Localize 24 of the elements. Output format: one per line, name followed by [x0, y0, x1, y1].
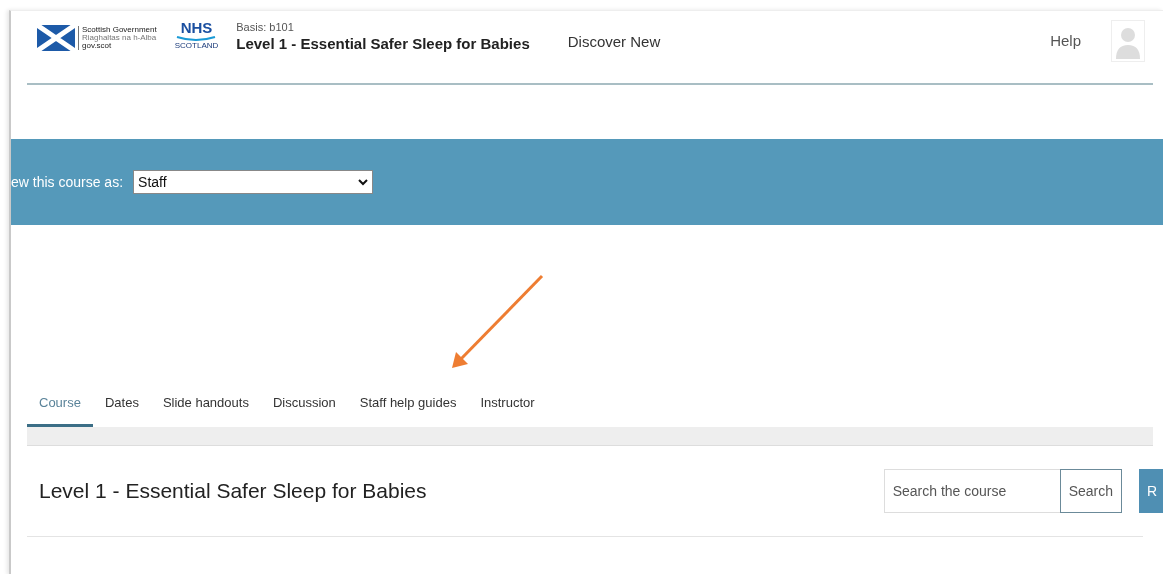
- role-select[interactable]: Staff: [133, 170, 374, 194]
- avatar-icon[interactable]: [1111, 20, 1145, 62]
- course-heading: Level 1 - Essential Safer Sleep for Babies: [39, 479, 428, 503]
- flag-icon: [37, 25, 75, 51]
- course-tab[interactable]: Staff help guides: [347, 389, 469, 427]
- wave-icon: [176, 34, 217, 41]
- search-field[interactable]: Search the course Search: [883, 469, 1122, 513]
- chevron-icon: [358, 178, 369, 186]
- search-button[interactable]: Search: [1059, 469, 1122, 513]
- course-tab[interactable]: Discussion: [260, 389, 348, 427]
- logo-text: Scottish Government: [82, 26, 157, 34]
- nav-link[interactable]: Discover New: [567, 32, 661, 50]
- action-button[interactable]: R: [1139, 469, 1163, 513]
- help-link[interactable]: Help: [1050, 31, 1081, 49]
- nhs-region-text: SCOTLAND: [174, 40, 219, 50]
- logo-text: gov.scot: [82, 42, 112, 50]
- course-title: Level 1 - Essential Safer Sleep for Babies: [236, 34, 530, 52]
- nhs-logo-text: NHS: [180, 20, 213, 35]
- course-tab[interactable]: Slide handouts: [150, 389, 261, 427]
- course-code: Basis: b101: [236, 22, 295, 31]
- logo-text: Riaghaltas na h-Alba: [82, 34, 157, 42]
- course-tab[interactable]: Instructor: [468, 389, 547, 427]
- view-as-label: ew this course as:: [11, 174, 124, 190]
- course-tab[interactable]: Dates: [92, 389, 151, 427]
